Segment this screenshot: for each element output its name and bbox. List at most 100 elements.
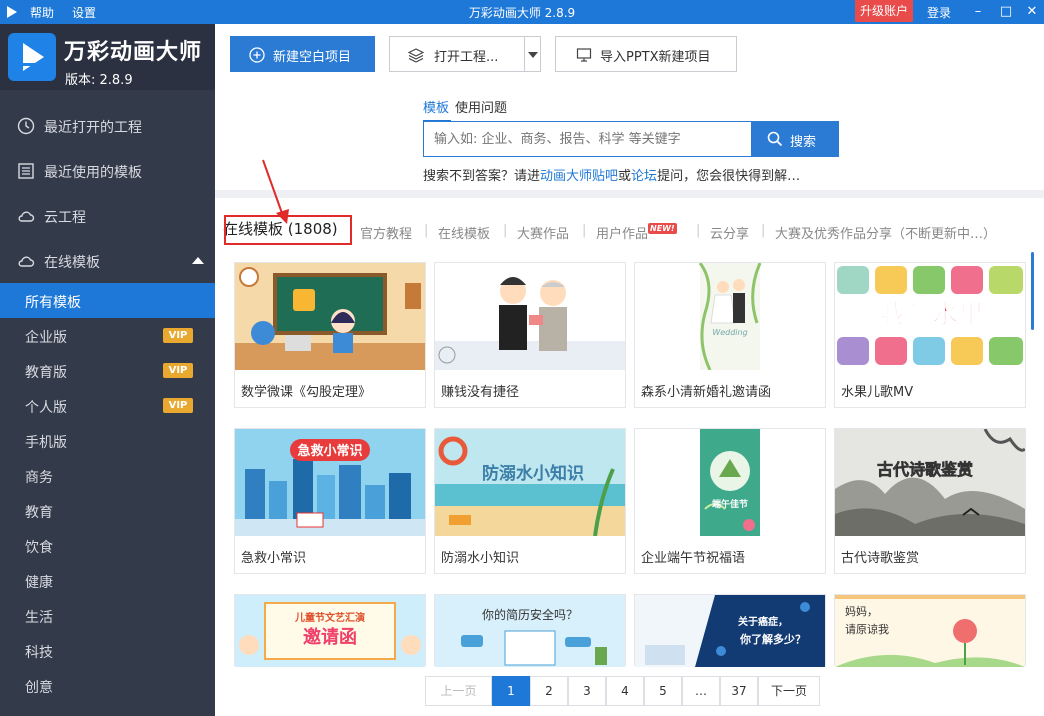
category-online-templates[interactable]: 在线模板 xyxy=(438,223,490,242)
sidebar-item-all-templates[interactable]: 所有模板 xyxy=(0,283,215,318)
template-thumbnail: 你的简历安全吗？ xyxy=(435,595,625,667)
thumb-text: 妈妈， xyxy=(845,604,878,618)
page-button-2[interactable]: 2 xyxy=(530,676,568,706)
maximize-button[interactable]: □ xyxy=(992,0,1020,24)
thumb-text: 关于癌症， xyxy=(738,615,788,628)
search-button-label: 搜索 xyxy=(790,135,817,150)
button-label: 新建空白项目 xyxy=(273,50,352,65)
template-card[interactable]: 数学微课《勾股定理》 xyxy=(234,262,426,408)
template-thumbnail: Wedding xyxy=(635,263,825,370)
scrollbar[interactable] xyxy=(1031,252,1034,330)
category-contest-share[interactable]: 大赛及优秀作品分享（不断更新中…） xyxy=(775,223,996,242)
template-card[interactable]: Wedding 森系小清新婚礼邀请函 xyxy=(634,262,826,408)
sidebar-item-food[interactable]: 饮食 xyxy=(0,528,215,563)
template-title: 森系小清新婚礼邀请函 xyxy=(641,385,772,400)
template-title: 防溺水小知识 xyxy=(441,551,520,566)
template-card[interactable]: 我爱水果 水果儿歌MV xyxy=(834,262,1026,408)
menu-settings[interactable]: 设置 xyxy=(72,4,96,21)
thumb-text: 请原谅我 xyxy=(845,622,889,636)
button-label: 打开工程... xyxy=(434,50,499,65)
brand-name: 万彩动画大师 xyxy=(64,40,203,65)
template-thumbnail xyxy=(435,263,625,370)
sidebar-item-online-templates[interactable]: 在线模板 xyxy=(0,239,215,283)
thumb-text: 古代诗歌鉴赏 xyxy=(877,460,973,479)
chevron-down-icon xyxy=(528,52,538,58)
tab-usage-questions[interactable]: 使用问题 xyxy=(455,101,507,116)
brand: 万彩动画大师 版本: 2.8.9 xyxy=(0,24,215,90)
sidebar-item-label: 个人版 xyxy=(25,400,67,416)
login-button[interactable]: 登录 xyxy=(927,4,951,21)
template-card[interactable]: 儿童节文艺汇演 邀请函 xyxy=(234,594,426,667)
category-divider: | xyxy=(761,223,766,238)
sidebar-item-label: 云工程 xyxy=(44,210,86,226)
open-project-dropdown[interactable] xyxy=(524,36,541,72)
category-cloud-share[interactable]: 云分享 xyxy=(710,223,749,242)
category-user-works[interactable]: 用户作品 NEW! xyxy=(596,223,677,242)
sidebar-item-mobile[interactable]: 手机版 xyxy=(0,423,215,458)
plus-circle-icon xyxy=(249,47,265,63)
annotation-arrow-icon xyxy=(262,159,289,224)
sidebar-item-recent-projects[interactable]: 最近打开的工程 xyxy=(0,104,215,148)
sidebar-item-label: 健康 xyxy=(25,575,53,591)
page-button-1[interactable]: 1 xyxy=(492,676,530,706)
template-list-icon xyxy=(18,163,34,179)
open-project-button[interactable]: 打开工程... xyxy=(389,36,525,72)
search-icon xyxy=(767,131,783,147)
sidebar-item-cloud-projects[interactable]: 云工程 xyxy=(0,194,215,238)
template-thumbnail: 妈妈， 请原谅我 xyxy=(835,595,1025,667)
search-button[interactable]: 搜索 xyxy=(751,121,839,157)
sidebar-item-education[interactable]: 教育 xyxy=(0,493,215,528)
tab-template[interactable]: 模板 xyxy=(423,101,449,116)
template-card[interactable]: 你的简历安全吗？ xyxy=(434,594,626,667)
sidebar-item-label: 教育 xyxy=(25,505,53,521)
page-button-3[interactable]: 3 xyxy=(568,676,606,706)
search-input[interactable] xyxy=(423,121,751,157)
template-thumbnail: 急救小常识 xyxy=(235,429,425,536)
sidebar-item-life[interactable]: 生活 xyxy=(0,598,215,633)
next-page-button[interactable]: 下一页 xyxy=(758,676,820,706)
sidebar-item-label: 科技 xyxy=(25,645,53,661)
upgrade-account-button[interactable]: 升级账户 xyxy=(855,0,913,22)
import-pptx-button[interactable]: 导入PPTX新建项目 xyxy=(555,36,737,72)
close-button[interactable]: ✕ xyxy=(1018,0,1044,24)
minimize-button[interactable]: – xyxy=(964,0,992,24)
thumb-text: 急救小常识 xyxy=(297,443,362,459)
template-card[interactable]: 古代诗歌鉴赏 古代诗歌鉴赏 xyxy=(834,428,1026,574)
sidebar-item-health[interactable]: 健康 xyxy=(0,563,215,598)
hint-or: 或 xyxy=(618,169,632,184)
cloud-icon xyxy=(18,256,35,267)
template-card[interactable]: 防溺水小知识 防溺水小知识 xyxy=(434,428,626,574)
template-card[interactable]: 赚钱没有捷径 xyxy=(434,262,626,408)
forum-link-tieba[interactable]: 动画大师贴吧 xyxy=(540,169,618,184)
template-thumbnail: 我爱水果 xyxy=(835,263,1025,370)
sidebar-item-creative[interactable]: 创意 xyxy=(0,668,215,703)
template-card[interactable]: 急救小常识 急救小常识 xyxy=(234,428,426,574)
template-card[interactable]: 妈妈， 请原谅我 xyxy=(834,594,1026,667)
category-user-works-label: 用户作品 xyxy=(596,227,649,242)
prev-page-button[interactable]: 上一页 xyxy=(425,676,492,706)
sidebar-item-recent-templates[interactable]: 最近使用的模板 xyxy=(0,149,215,193)
brand-version: 版本: 2.8.9 xyxy=(65,73,133,88)
sidebar-item-enterprise[interactable]: 企业版 VIP xyxy=(0,318,215,353)
new-blank-project-button[interactable]: 新建空白项目 xyxy=(230,36,375,72)
sidebar-item-technology[interactable]: 科技 xyxy=(0,633,215,668)
sidebar-item-business[interactable]: 商务 xyxy=(0,458,215,493)
sidebar-item-label: 最近使用的模板 xyxy=(44,165,142,181)
template-card[interactable]: 端午佳节 企业端午节祝福语 xyxy=(634,428,826,574)
sidebar-item-label: 商务 xyxy=(25,470,53,486)
page-button-5[interactable]: 5 xyxy=(644,676,682,706)
template-card[interactable]: 关于癌症， 你了解多少？ xyxy=(634,594,826,667)
category-contest-works[interactable]: 大赛作品 xyxy=(517,223,569,242)
forum-link-bbs[interactable]: 论坛 xyxy=(631,169,657,184)
page-button-4[interactable]: 4 xyxy=(606,676,644,706)
collapse-arrow-icon[interactable] xyxy=(192,257,204,264)
category-official-tutorials[interactable]: 官方教程 xyxy=(360,223,412,242)
brand-logo-icon xyxy=(8,33,56,81)
thumb-text: 你了解多少？ xyxy=(739,632,806,646)
menu-help[interactable]: 帮助 xyxy=(30,4,54,21)
sidebar: 万彩动画大师 版本: 2.8.9 最近打开的工程 最近使用的模板 云工程 在线模… xyxy=(0,24,215,716)
thumb-text: 邀请函 xyxy=(303,626,357,648)
sidebar-item-personal[interactable]: 个人版 VIP xyxy=(0,388,215,423)
sidebar-item-education-edition[interactable]: 教育版 VIP xyxy=(0,353,215,388)
page-button-37[interactable]: 37 xyxy=(720,676,758,706)
